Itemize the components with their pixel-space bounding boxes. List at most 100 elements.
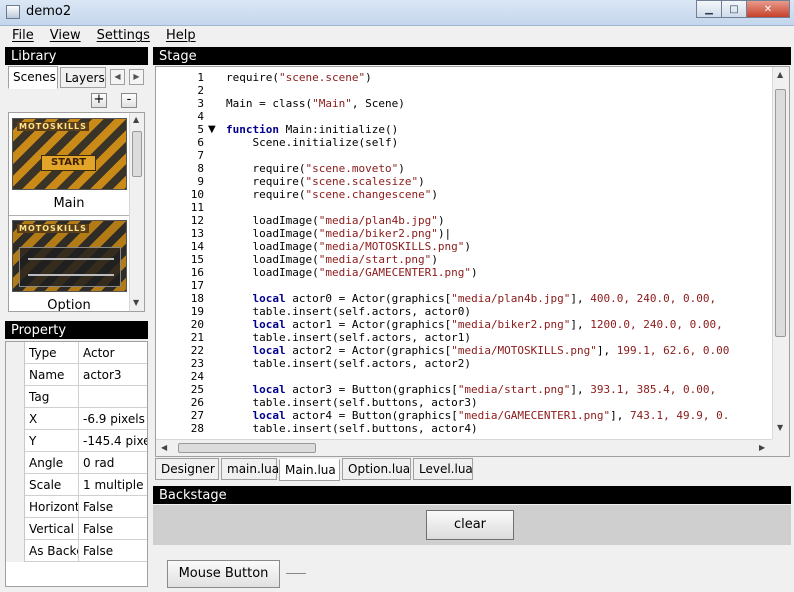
scene-label-option[interactable]: Option bbox=[9, 298, 129, 311]
code-text: ) bbox=[418, 175, 425, 188]
code-line[interactable]: local actor4 = Button(graphics["media/GA… bbox=[226, 409, 730, 422]
scroll-down-icon[interactable]: ▼ bbox=[777, 423, 783, 432]
code-text: ) bbox=[464, 240, 472, 253]
code-text: loadImage( bbox=[226, 240, 319, 253]
backstage-controls: Mouse Button << bbox=[153, 545, 791, 592]
menu-settings[interactable]: Settings bbox=[89, 26, 158, 45]
code-string: "scene.scalesize" bbox=[305, 175, 419, 188]
code-string: 400.0, 240.0, 0.00, bbox=[590, 292, 717, 305]
property-value[interactable]: 0 rad bbox=[80, 452, 147, 474]
code-text: loadImage( bbox=[226, 227, 319, 240]
scroll-right-icon[interactable]: ▶ bbox=[759, 443, 765, 452]
scroll-up-icon[interactable]: ▲ bbox=[133, 115, 139, 124]
code-line[interactable]: local actor0 = Actor(graphics["media/pla… bbox=[226, 292, 717, 305]
tab-layers[interactable]: Layers bbox=[60, 67, 106, 88]
code-keyword: local bbox=[252, 383, 286, 396]
code-text: loadImage( bbox=[226, 266, 319, 279]
scroll-left-icon[interactable]: ◀ bbox=[161, 443, 167, 452]
property-value[interactable]: Actor bbox=[80, 342, 147, 364]
code-line[interactable]: require("scene.moveto") bbox=[226, 162, 404, 175]
code-line[interactable]: table.insert(self.actors, actor0) bbox=[226, 305, 471, 318]
library-header: Library bbox=[5, 47, 148, 65]
code-text: table.insert(self.actors, actor0) bbox=[226, 305, 472, 318]
code-line[interactable]: loadImage("media/biker2.png")| bbox=[226, 227, 451, 240]
code-line[interactable]: table.insert(self.buttons, actor3) bbox=[226, 396, 477, 409]
code-line[interactable]: loadImage("media/GAMECENTER1.png") bbox=[226, 266, 477, 279]
code-line[interactable]: require("scene.scene") bbox=[226, 71, 372, 84]
code-text: table.insert(self.buttons, actor4) bbox=[226, 422, 478, 435]
property-value[interactable]: -6.9 pixels bbox=[80, 408, 147, 430]
code-line[interactable]: local actor2 = Actor(graphics["media/MOT… bbox=[226, 344, 730, 357]
editor-horizontal-scrollbar[interactable]: ◀ ▶ bbox=[156, 439, 773, 456]
add-scene-button[interactable]: + bbox=[91, 93, 107, 108]
property-value[interactable] bbox=[80, 386, 147, 408]
mouse-button-toggle[interactable]: Mouse Button << bbox=[167, 560, 280, 588]
property-key: X bbox=[26, 408, 79, 430]
thumbnail-slider bbox=[28, 258, 114, 260]
tab-scenes[interactable]: Scenes bbox=[8, 66, 58, 89]
code-line[interactable]: require("scene.changescene") bbox=[226, 188, 437, 201]
scroll-up-icon[interactable]: ▲ bbox=[777, 70, 783, 79]
scrollbar-thumb[interactable] bbox=[775, 89, 786, 337]
app-icon bbox=[6, 5, 20, 19]
code-string: "media/plan4b.jpg" bbox=[451, 292, 571, 305]
library-tabs: Scenes Layers ◀ ▶ bbox=[8, 66, 148, 89]
code-line[interactable]: local actor3 = Button(graphics["media/st… bbox=[226, 383, 717, 396]
menu-file[interactable]: File bbox=[4, 26, 42, 45]
scrollbar-corner bbox=[772, 439, 789, 456]
code-line[interactable]: local actor1 = Actor(graphics["media/bik… bbox=[226, 318, 723, 331]
scene-thumbnail-option[interactable]: MOTOSKILLS bbox=[12, 220, 127, 292]
line-number: 6 bbox=[197, 136, 204, 149]
property-value[interactable]: False bbox=[80, 496, 147, 518]
property-key: Angle bbox=[26, 452, 79, 474]
scrollbar-thumb[interactable] bbox=[132, 131, 142, 177]
code-line[interactable]: loadImage("media/start.png") bbox=[226, 253, 437, 266]
scrollbar-thumb[interactable] bbox=[178, 443, 316, 453]
tab-option-lua[interactable]: Option.lua bbox=[342, 458, 411, 480]
scenes-scrollbar[interactable]: ▲ ▼ bbox=[129, 113, 144, 311]
code-line[interactable]: require("scene.scalesize") bbox=[226, 175, 425, 188]
code-line[interactable]: table.insert(self.actors, actor2) bbox=[226, 357, 471, 370]
tab-level-lua[interactable]: Level.lua bbox=[413, 458, 473, 480]
minimize-button[interactable]: ▁ bbox=[696, 0, 722, 18]
property-value[interactable]: False bbox=[80, 518, 147, 540]
code-area[interactable]: require("scene.scene") Main = class("Main… bbox=[226, 71, 768, 437]
scene-label-main[interactable]: Main bbox=[9, 196, 129, 211]
line-number: 19 bbox=[190, 305, 204, 318]
code-line[interactable]: table.insert(self.actors, actor1) bbox=[226, 331, 471, 344]
tab-designer[interactable]: Designer bbox=[155, 458, 219, 480]
code-text: loadImage( bbox=[226, 253, 319, 266]
code-line[interactable]: loadImage("media/plan4b.jpg") bbox=[226, 214, 444, 227]
scenes-list: MOTOSKILLS START Main MOTOSKILLS Option … bbox=[8, 112, 145, 312]
scene-thumbnail-main[interactable]: MOTOSKILLS START bbox=[12, 118, 127, 190]
maximize-button[interactable]: □ bbox=[721, 0, 747, 18]
code-editor[interactable]: 1 2 3 4 5 6 7 8 9 10 11 12 13 14 15 16 17 18 19 20 21 22 23 24 2… bbox=[155, 66, 790, 457]
close-button[interactable]: ✕ bbox=[746, 0, 790, 18]
property-value[interactable]: actor3 bbox=[80, 364, 147, 386]
code-string: "media/start.png" bbox=[457, 383, 571, 396]
property-value[interactable]: 1 multiple bbox=[80, 474, 147, 496]
menu-help[interactable]: Help bbox=[158, 26, 204, 45]
tab-scroll-right-icon[interactable]: ▶ bbox=[129, 69, 144, 85]
remove-scene-button[interactable]: - bbox=[121, 93, 137, 108]
code-line[interactable]: loadImage("media/MOTOSKILLS.png") bbox=[226, 240, 471, 253]
fold-toggle-icon[interactable]: ▼ bbox=[208, 123, 216, 136]
code-text: actor0 = Actor(graphics[ bbox=[285, 292, 452, 305]
code-string: "media/start.png" bbox=[318, 253, 432, 266]
tab-scroll-left-icon[interactable]: ◀ bbox=[110, 69, 125, 85]
code-line[interactable]: function Main:initialize() bbox=[226, 123, 398, 136]
editor-vertical-scrollbar[interactable]: ▲ ▼ bbox=[772, 67, 789, 439]
tab-main-lua[interactable]: Main.lua bbox=[279, 459, 340, 481]
property-value[interactable]: -145.4 pixe bbox=[80, 430, 147, 452]
clear-button[interactable]: clear bbox=[426, 510, 514, 540]
scroll-down-icon[interactable]: ▼ bbox=[133, 298, 139, 307]
code-text: require( bbox=[226, 175, 306, 188]
code-line[interactable]: Scene.initialize(self) bbox=[226, 136, 398, 149]
tab-main-lua-lower[interactable]: main.lua bbox=[221, 458, 279, 480]
menu-view[interactable]: View bbox=[42, 26, 89, 45]
line-number: 7 bbox=[197, 149, 204, 162]
code-line[interactable]: Main = class("Main", Scene) bbox=[226, 97, 405, 110]
property-value[interactable]: False bbox=[80, 540, 147, 562]
code-line[interactable]: table.insert(self.buttons, actor4) bbox=[226, 422, 478, 435]
line-number: 25 bbox=[190, 383, 204, 396]
